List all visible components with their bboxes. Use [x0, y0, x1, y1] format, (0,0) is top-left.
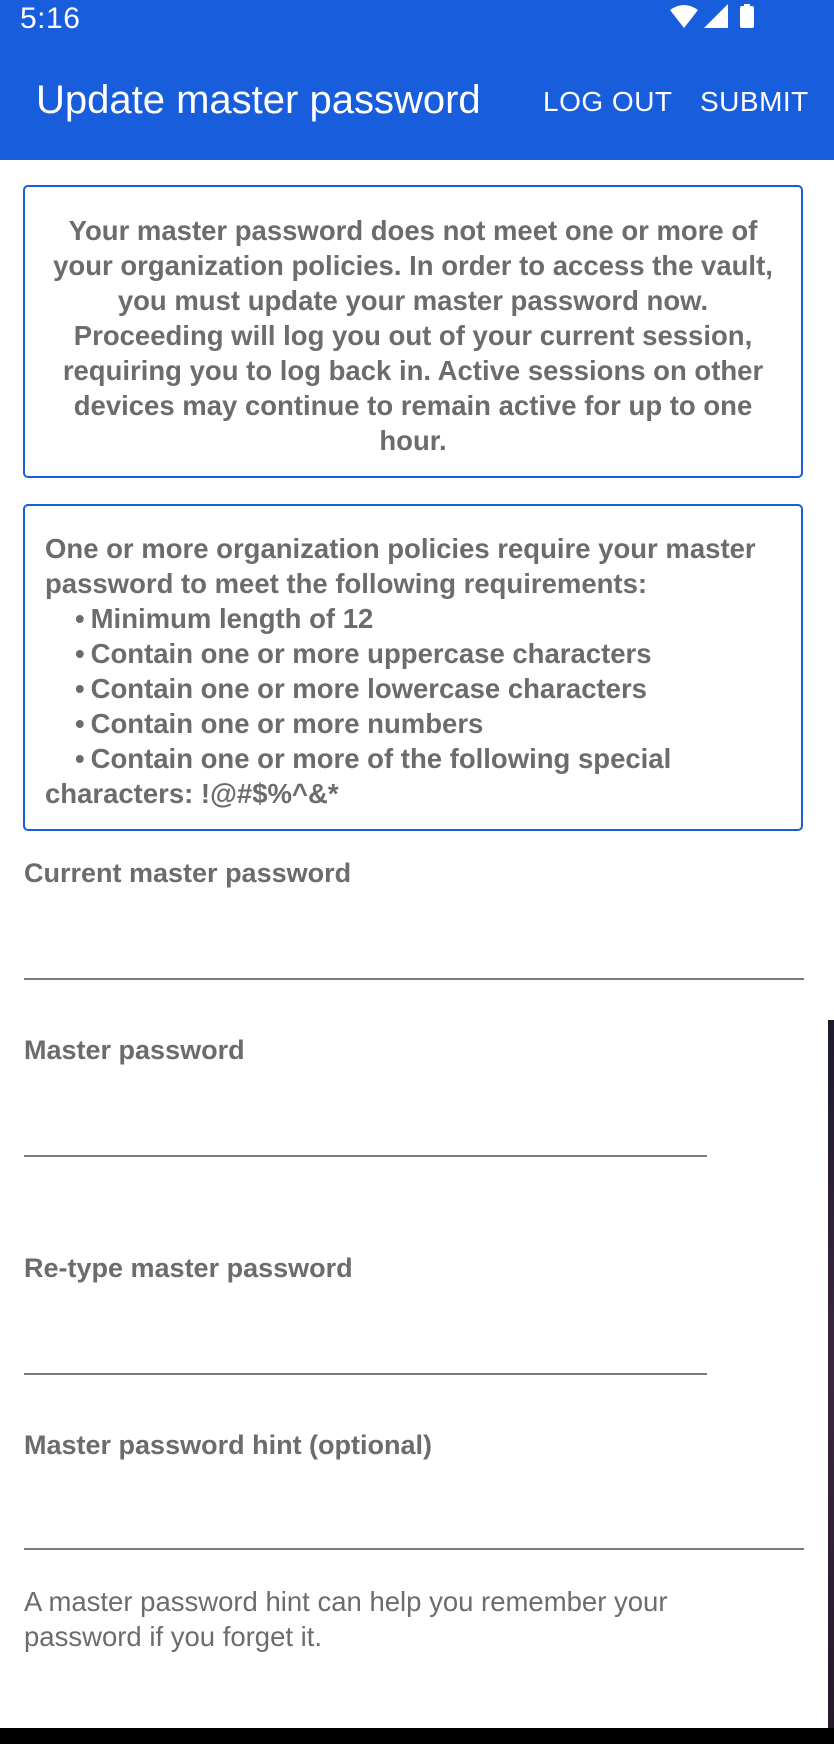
status-time: 5:16: [20, 2, 81, 35]
status-bar: 5:16: [0, 0, 834, 40]
master-password-label: Master password: [24, 1035, 245, 1065]
policy-notice-box: Your master password does not meet one o…: [23, 185, 803, 478]
requirement-item: • Minimum length of 12: [75, 603, 374, 634]
app-bar: 5:16 Update master password LOG OUT SUBM…: [0, 0, 834, 160]
hint-helper-text: A master password hint can help you reme…: [24, 1586, 668, 1652]
submit-button[interactable]: SUBMIT: [700, 86, 809, 118]
background-edge: [828, 1020, 834, 1728]
retype-password-label: Re-type master password: [24, 1253, 353, 1283]
master-password-input[interactable]: [24, 1111, 707, 1157]
requirement-item: • Contain one or more lowercase character…: [75, 673, 647, 704]
requirement-item: • Contain one or more of the following sp…: [45, 743, 672, 809]
policy-notice-text: Your master password does not meet one o…: [53, 215, 773, 456]
current-password-input[interactable]: [24, 934, 804, 980]
requirements-intro: One or more organization policies requir…: [45, 533, 756, 599]
status-icons: [670, 4, 754, 28]
password-requirements-box: One or more organization policies requir…: [23, 504, 803, 831]
battery-icon: [740, 6, 754, 28]
wifi-icon: [670, 5, 698, 28]
requirement-item: • Contain one or more numbers: [75, 708, 484, 739]
hint-input[interactable]: [24, 1504, 804, 1550]
retype-password-input[interactable]: [24, 1329, 707, 1375]
hint-label: Master password hint (optional): [24, 1430, 433, 1460]
screen: 5:16 Update master password LOG OUT SUBM…: [0, 0, 834, 1728]
current-password-label: Current master password: [24, 858, 352, 888]
log-out-button[interactable]: LOG OUT: [543, 86, 673, 118]
signal-icon: [704, 4, 728, 28]
page-title: Update master password: [36, 78, 481, 122]
requirement-item: • Contain one or more uppercase character…: [75, 638, 652, 669]
